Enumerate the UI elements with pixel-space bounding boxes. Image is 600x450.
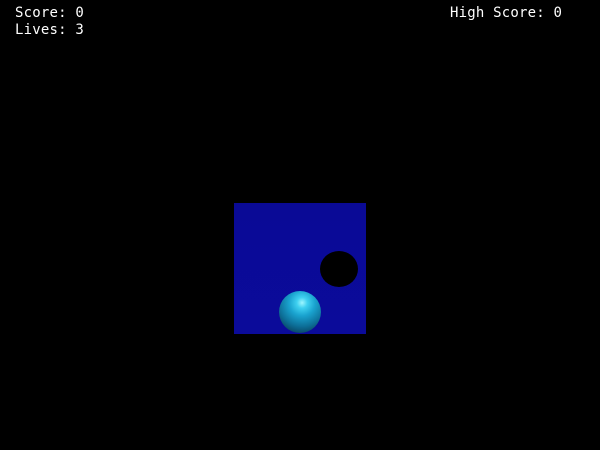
high-score-label: High Score: 0 xyxy=(450,5,563,21)
player-ball[interactable] xyxy=(279,291,321,333)
lives-label: Lives: 3 xyxy=(15,22,85,38)
score-label: Score: 0 xyxy=(15,5,85,21)
target-hole xyxy=(320,251,358,287)
